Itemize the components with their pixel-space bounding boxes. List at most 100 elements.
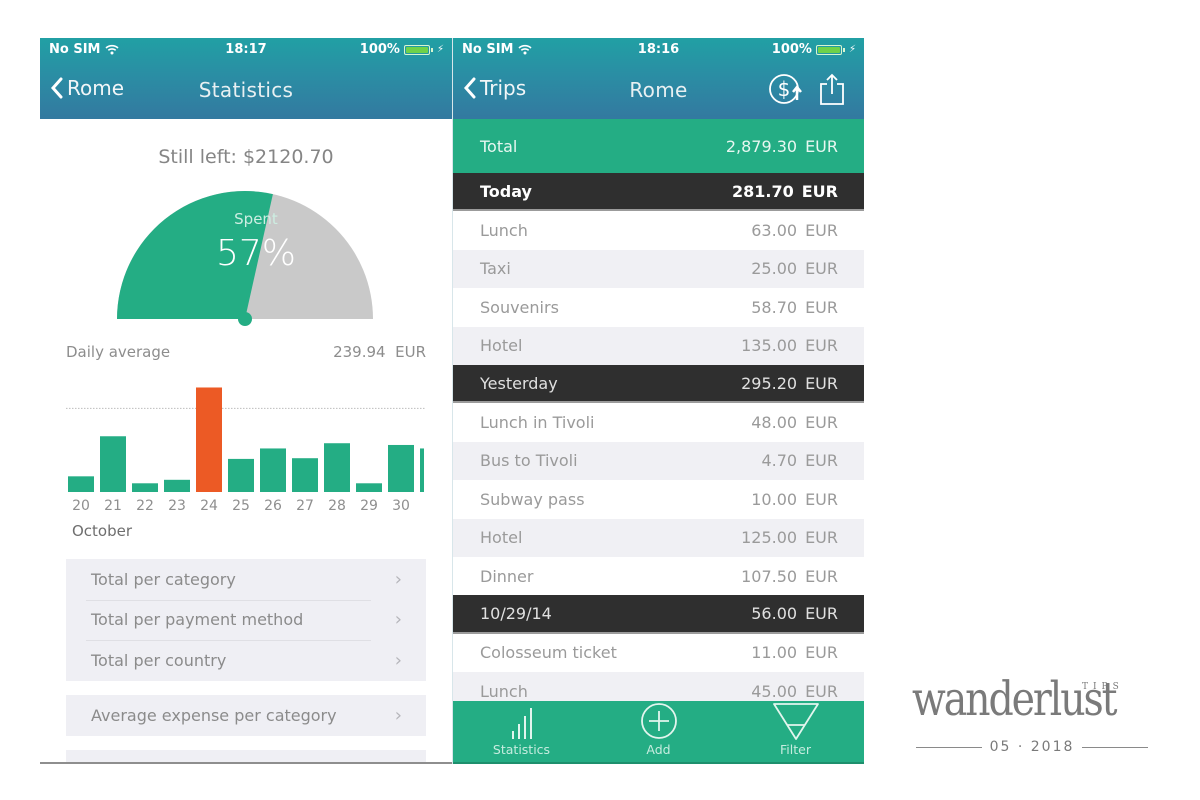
day-total-currency: EUR	[805, 603, 838, 623]
totals-menu-group: Total per category › Total per payment m…	[66, 559, 426, 681]
bar-22[interactable]	[132, 483, 158, 492]
battery-percent: 100%	[771, 42, 812, 57]
chevron-right-icon: ›	[394, 568, 402, 590]
total-currency: EUR	[805, 136, 838, 156]
bottom-tab-bar: Statistics Add Filter	[453, 701, 864, 764]
expense-row[interactable]: Taxi 25.00 EUR	[453, 249, 864, 289]
menu-average-expense-per-category[interactable]: Average expense per category ›	[66, 695, 426, 736]
day-header-today: Today 281.70 EUR	[453, 173, 864, 212]
menu-item-label: Average expense per category	[91, 705, 337, 725]
expense-amount: 11.00 EUR	[751, 643, 838, 662]
nav-actions: $	[768, 72, 846, 106]
expense-row[interactable]: Hotel 125.00 EUR	[453, 518, 864, 557]
logo-date-text: 05 · 2018	[989, 739, 1075, 755]
expense-value: 10.00	[751, 489, 798, 509]
expense-currency: EUR	[805, 336, 838, 356]
expense-name: Dinner	[480, 566, 534, 586]
expense-row[interactable]: Lunch in Tivoli 48.00 EUR	[453, 403, 864, 442]
gauge-spent-percent: 57%	[215, 233, 296, 274]
daily-average-label: Daily average	[66, 343, 171, 361]
expense-value: 25.00	[751, 259, 798, 279]
expense-name: Hotel	[480, 336, 523, 356]
x-tick-label: 23	[168, 498, 186, 514]
expense-amount: 10.00 EUR	[751, 490, 838, 509]
chevron-left-icon	[463, 77, 476, 99]
tab-label: Filter	[780, 742, 811, 757]
expense-currency: EUR	[805, 451, 838, 471]
menu-item-label: Total per country	[91, 650, 227, 670]
navigation-header: No SIM 18:16 100% ⚡ Trips Rome $	[453, 38, 864, 119]
battery-indicator: 100% ⚡	[360, 42, 444, 57]
day-label: Today	[480, 181, 532, 201]
expense-currency: EUR	[805, 681, 838, 701]
chart-month-label: October	[72, 522, 133, 540]
expense-currency: EUR	[805, 643, 838, 663]
battery-tip	[430, 47, 433, 52]
bar-27[interactable]	[292, 458, 318, 492]
currency-exchange-icon[interactable]: $	[768, 72, 806, 106]
bar-20[interactable]	[68, 476, 94, 492]
bar-29[interactable]	[356, 483, 382, 492]
x-tick-label: 21	[104, 498, 122, 514]
bar-24[interactable]	[196, 387, 222, 492]
expense-value: 11.00	[751, 643, 798, 663]
bar-23[interactable]	[164, 479, 190, 492]
menu-total-per-payment-method[interactable]: Total per payment method ›	[66, 599, 426, 641]
day-total-currency: EUR	[801, 181, 838, 201]
expense-name: Taxi	[480, 259, 511, 279]
expense-currency: EUR	[805, 259, 838, 279]
day-total: 56.00 EUR	[751, 604, 838, 623]
screen-bottom-divider	[40, 762, 452, 764]
tab-add[interactable]: Add	[590, 701, 727, 762]
expense-row[interactable]: Colosseum ticket 11.00 EUR	[453, 633, 864, 673]
expense-currency: EUR	[805, 489, 838, 509]
expense-row[interactable]: Dinner 107.50 EUR	[453, 556, 864, 596]
day-total-value: 295.20	[741, 373, 798, 393]
nav-bar: Rome Statistics	[40, 70, 452, 110]
total-label: Total	[480, 136, 518, 156]
bar-26[interactable]	[260, 448, 286, 492]
expense-name: Subway pass	[480, 489, 585, 509]
tab-filter[interactable]: Filter	[727, 701, 864, 762]
daily-spending-chart: 20 21 22 23 24 25 26 27 28 29 30	[66, 387, 426, 514]
chevron-right-icon: ›	[394, 704, 402, 726]
share-icon[interactable]	[818, 72, 846, 106]
total-amount: 2,879.30 EUR	[726, 137, 838, 156]
expense-value: 48.00	[751, 413, 798, 433]
wanderlust-logo: wanderlust TIPS 05 · 2018	[912, 676, 1154, 766]
expense-row[interactable]: Souvenirs 58.70 EUR	[453, 288, 864, 327]
expense-row[interactable]: Bus to Tivoli 4.70 EUR	[453, 441, 864, 481]
status-bar: No SIM 18:16 100% ⚡	[453, 38, 864, 60]
daily-average-value: 239.94 EUR	[333, 343, 426, 361]
filter-icon	[772, 703, 819, 740]
bar-28[interactable]	[324, 443, 350, 492]
expense-row[interactable]: Subway pass 10.00 EUR	[453, 480, 864, 519]
expense-list: Total 2,879.30 EUR Today 281.70 EUR Lunch 6…	[453, 119, 864, 711]
expense-amount: 4.70 EUR	[761, 451, 838, 470]
total-value: 2,879.30	[725, 136, 798, 156]
menu-total-per-country[interactable]: Total per country ›	[66, 640, 426, 681]
day-total: 295.20 EUR	[741, 374, 838, 393]
tab-label: Add	[646, 742, 671, 757]
bar-31[interactable]	[420, 448, 424, 492]
bar-25[interactable]	[228, 458, 254, 492]
x-tick-label: 20	[72, 498, 90, 514]
bar-30[interactable]	[388, 444, 414, 492]
back-button[interactable]: Trips	[463, 76, 526, 100]
tab-statistics[interactable]: Statistics	[453, 701, 590, 762]
charging-icon: ⚡	[436, 44, 444, 55]
expense-amount: 135.00 EUR	[741, 336, 838, 355]
bar-21[interactable]	[100, 436, 126, 492]
daily-average-amount: 239.94	[333, 343, 386, 361]
expense-currency: EUR	[805, 528, 838, 548]
expense-row[interactable]: Hotel 135.00 EUR	[453, 326, 864, 365]
expense-amount: 48.00 EUR	[751, 413, 838, 432]
chevron-right-icon: ›	[394, 609, 402, 631]
menu-item-label: Total per payment method	[91, 610, 304, 630]
back-button[interactable]: Rome	[50, 76, 124, 100]
day-label: Yesterday	[480, 373, 558, 393]
expense-name: Lunch	[480, 681, 528, 701]
expense-amount: 45.00 EUR	[751, 682, 838, 701]
menu-total-per-category[interactable]: Total per category ›	[66, 559, 426, 600]
expense-row[interactable]: Lunch 63.00 EUR	[453, 211, 864, 250]
